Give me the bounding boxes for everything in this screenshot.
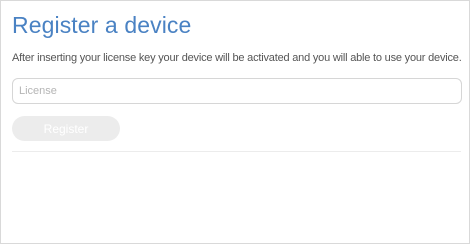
register-description: After inserting your license key your de…: [12, 52, 462, 64]
register-button[interactable]: Register: [12, 116, 120, 141]
license-input[interactable]: [12, 78, 462, 104]
page-title: Register a device: [12, 12, 192, 38]
register-device-panel: Register a device After inserting your l…: [0, 0, 470, 244]
section-divider: [12, 151, 461, 152]
